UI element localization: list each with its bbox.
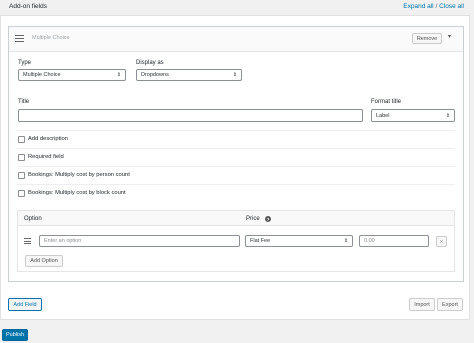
format-title-label: Format title (371, 99, 402, 105)
option-column-header: Option (24, 216, 42, 222)
required-field-label[interactable]: Required field (28, 154, 64, 160)
addon-name: Multiple Choice (32, 35, 70, 41)
section-title: Add-on fields (9, 3, 47, 10)
divider (17, 166, 455, 167)
option-drag-handle-icon[interactable] (24, 238, 31, 244)
display-as-select[interactable]: Dropdowns ⇕ (136, 69, 242, 81)
type-select[interactable]: Multiple Choice ⇕ (18, 69, 126, 81)
collapse-chevron-icon[interactable]: ▾ (448, 33, 451, 40)
link-separator: / (435, 3, 438, 10)
add-description-label[interactable]: Add description (28, 136, 68, 142)
format-title-value: Label (376, 112, 390, 119)
options-table-header (18, 211, 454, 226)
format-title-select[interactable]: Label ⇕ (371, 109, 455, 122)
close-all-link[interactable]: Close all (439, 3, 464, 10)
type-label: Type (18, 60, 32, 66)
export-button[interactable]: Export (437, 298, 463, 311)
price-type-value: Flat Fee (250, 238, 271, 244)
option-label-input[interactable]: Enter an option (39, 235, 240, 247)
person-count-checkbox[interactable] (18, 172, 25, 179)
help-icon[interactable]: ? (265, 216, 271, 222)
price-column-header: Price (246, 216, 260, 222)
expand-close-links: Expand all / Close all (403, 3, 464, 10)
block-count-label[interactable]: Bookings: Multiply cost by block count (28, 190, 126, 196)
title-input[interactable] (18, 109, 363, 122)
drag-handle-icon[interactable] (15, 35, 24, 42)
block-count-checkbox[interactable] (18, 190, 25, 197)
divider (17, 148, 455, 149)
required-field-checkbox[interactable] (18, 154, 25, 161)
select-arrows-icon: ⇕ (445, 112, 450, 119)
select-arrows-icon: ⇕ (232, 72, 237, 78)
add-description-checkbox[interactable] (18, 136, 25, 143)
remove-button[interactable]: Remove (412, 33, 442, 44)
price-type-select[interactable]: Flat Fee ⇕ (245, 235, 353, 247)
divider (17, 130, 455, 131)
remove-option-button[interactable]: x (436, 236, 447, 247)
person-count-label[interactable]: Bookings: Multiply cost by person count (28, 172, 130, 178)
display-select-value: Dropdowns (141, 72, 169, 78)
addon-field-header[interactable] (9, 27, 463, 52)
select-arrows-icon: ⇕ (343, 238, 348, 244)
title-label: Title (18, 99, 30, 105)
import-button[interactable]: Import (409, 298, 435, 311)
divider (17, 184, 455, 185)
expand-all-link[interactable]: Expand all (403, 3, 433, 10)
add-option-button[interactable]: Add Option (25, 255, 63, 267)
option-price-input[interactable]: 0.00 (359, 235, 429, 247)
type-select-value: Multiple Choice (23, 72, 61, 78)
publish-button[interactable]: Publish (2, 329, 28, 341)
add-field-button[interactable]: Add Field (8, 298, 42, 311)
select-arrows-icon: ⇕ (116, 72, 121, 78)
display-as-label: Display as (136, 60, 164, 66)
